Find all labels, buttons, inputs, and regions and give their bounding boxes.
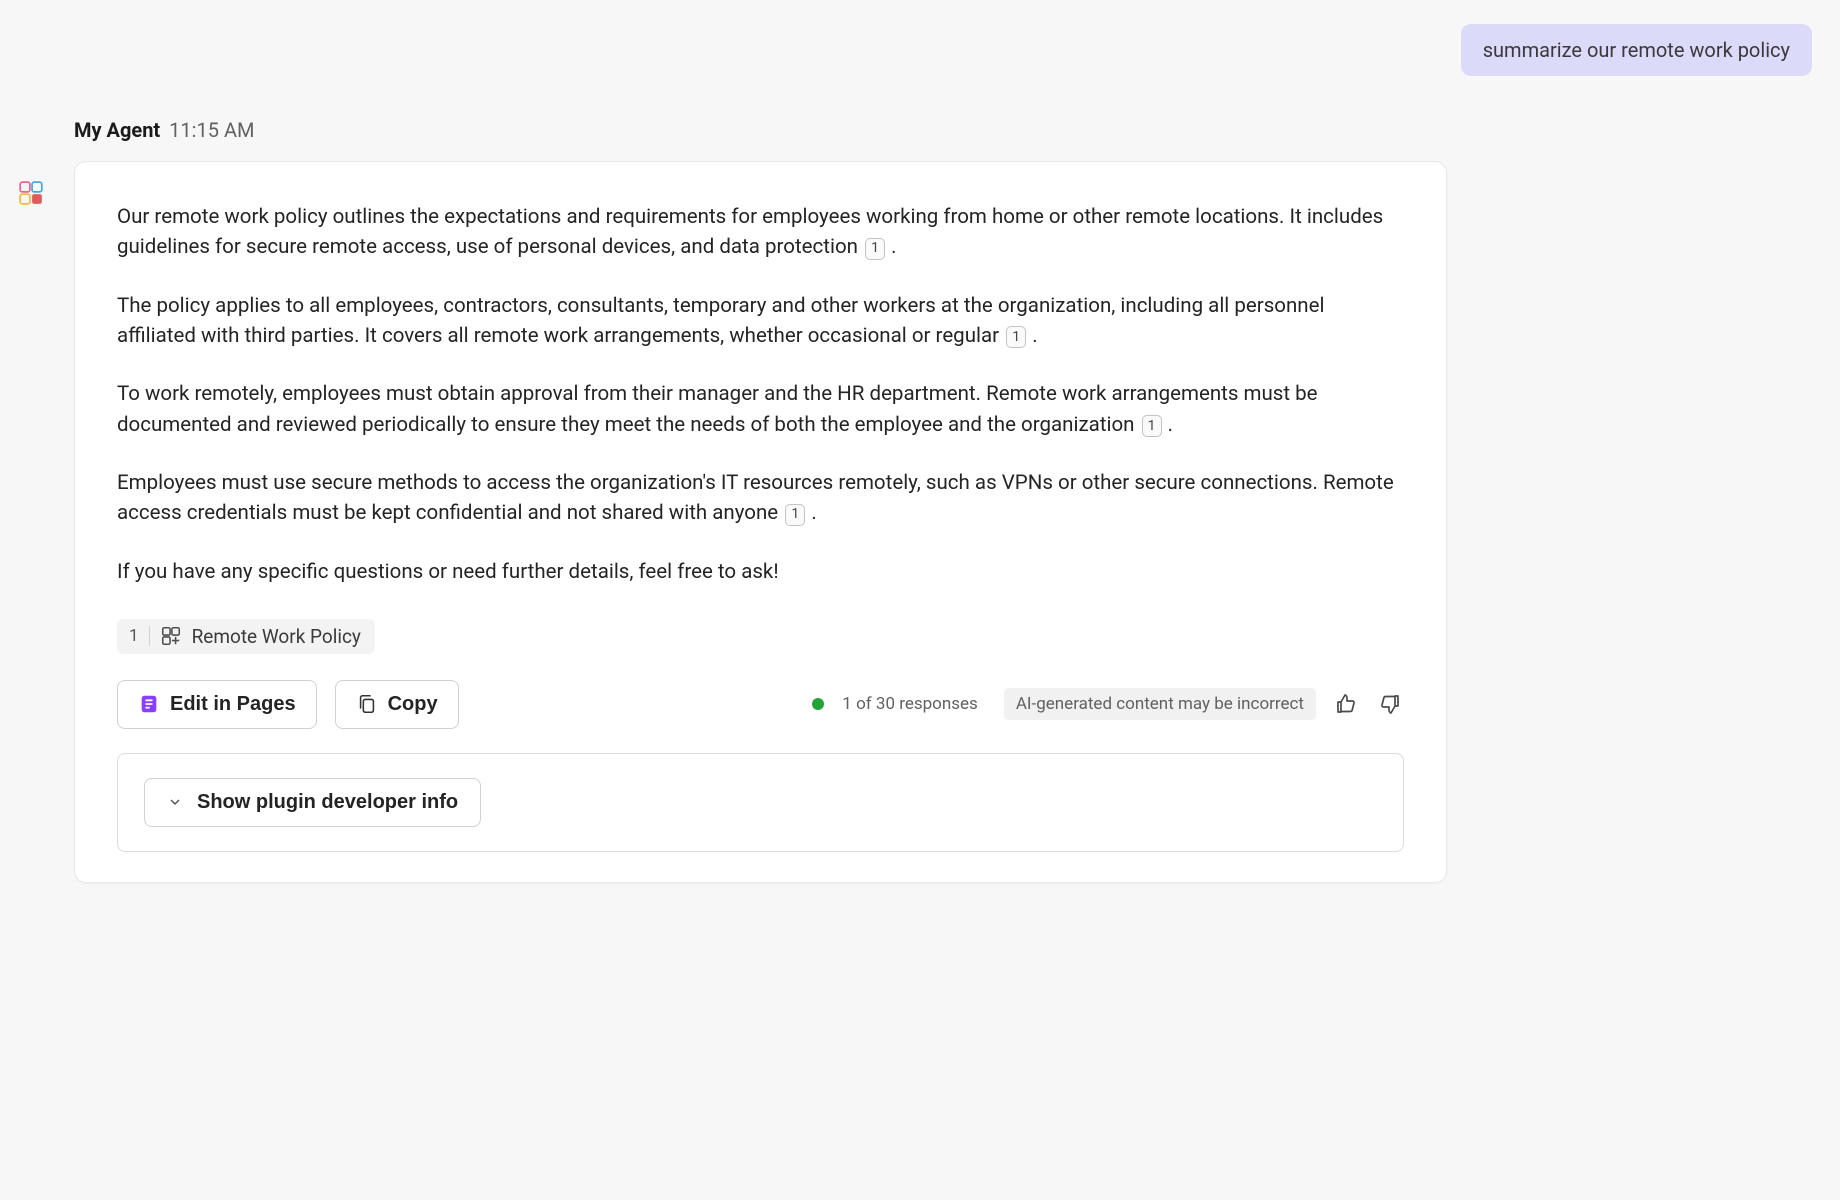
inline-reference-badge[interactable]: 1 <box>1142 415 1162 437</box>
source-reference-chip[interactable]: 1 Remote Work Policy <box>117 619 375 654</box>
paragraph-text: Employees must use secure methods to acc… <box>117 471 1394 525</box>
edit-in-pages-button[interactable]: Edit in Pages <box>117 680 317 729</box>
response-paragraph: Employees must use secure methods to acc… <box>117 468 1397 529</box>
document-icon <box>160 625 182 647</box>
inline-reference-badge[interactable]: 1 <box>1006 326 1026 348</box>
chevron-down-icon <box>167 794 183 810</box>
paragraph-text: Our remote work policy outlines the expe… <box>117 205 1383 259</box>
response-paragraph: To work remotely, employees must obtain … <box>117 379 1397 440</box>
developer-info-panel: Show plugin developer info <box>117 753 1404 852</box>
ai-disclaimer: AI-generated content may be incorrect <box>1004 688 1316 720</box>
actions-row: Edit in Pages Copy 1 of 30 responses AI-… <box>117 680 1404 729</box>
agent-avatar-icon <box>18 180 44 206</box>
inline-reference-badge[interactable]: 1 <box>865 238 885 260</box>
edit-in-pages-label: Edit in Pages <box>170 693 296 716</box>
response-paragraph: Our remote work policy outlines the expe… <box>117 202 1397 263</box>
developer-info-toggle[interactable]: Show plugin developer info <box>144 778 481 827</box>
agent-response-card: Our remote work policy outlines the expe… <box>74 161 1447 883</box>
inline-reference-badge[interactable]: 1 <box>785 504 805 526</box>
paragraph-text: If you have any specific questions or ne… <box>117 560 779 584</box>
user-message-bubble: summarize our remote work policy <box>1461 24 1812 76</box>
response-paragraph: The policy applies to all employees, con… <box>117 291 1397 352</box>
agent-name: My Agent <box>74 118 160 142</box>
copy-icon <box>356 693 378 715</box>
thumbs-down-button[interactable] <box>1378 691 1404 717</box>
source-index: 1 <box>129 626 150 646</box>
developer-info-label: Show plugin developer info <box>197 791 458 814</box>
responses-counter: 1 of 30 responses <box>842 694 978 714</box>
copy-label: Copy <box>388 693 438 716</box>
copy-button[interactable]: Copy <box>335 680 459 729</box>
status-dot-icon <box>812 698 824 710</box>
response-paragraph: If you have any specific questions or ne… <box>117 557 1397 587</box>
thumbs-up-button[interactable] <box>1334 691 1360 717</box>
paragraph-text: To work remotely, employees must obtain … <box>117 382 1318 436</box>
source-title: Remote Work Policy <box>192 625 361 648</box>
agent-timestamp: 11:15 AM <box>169 118 254 142</box>
pages-icon <box>138 693 160 715</box>
paragraph-text: The policy applies to all employees, con… <box>117 294 1324 348</box>
agent-header: My Agent 11:15 AM <box>74 118 254 142</box>
